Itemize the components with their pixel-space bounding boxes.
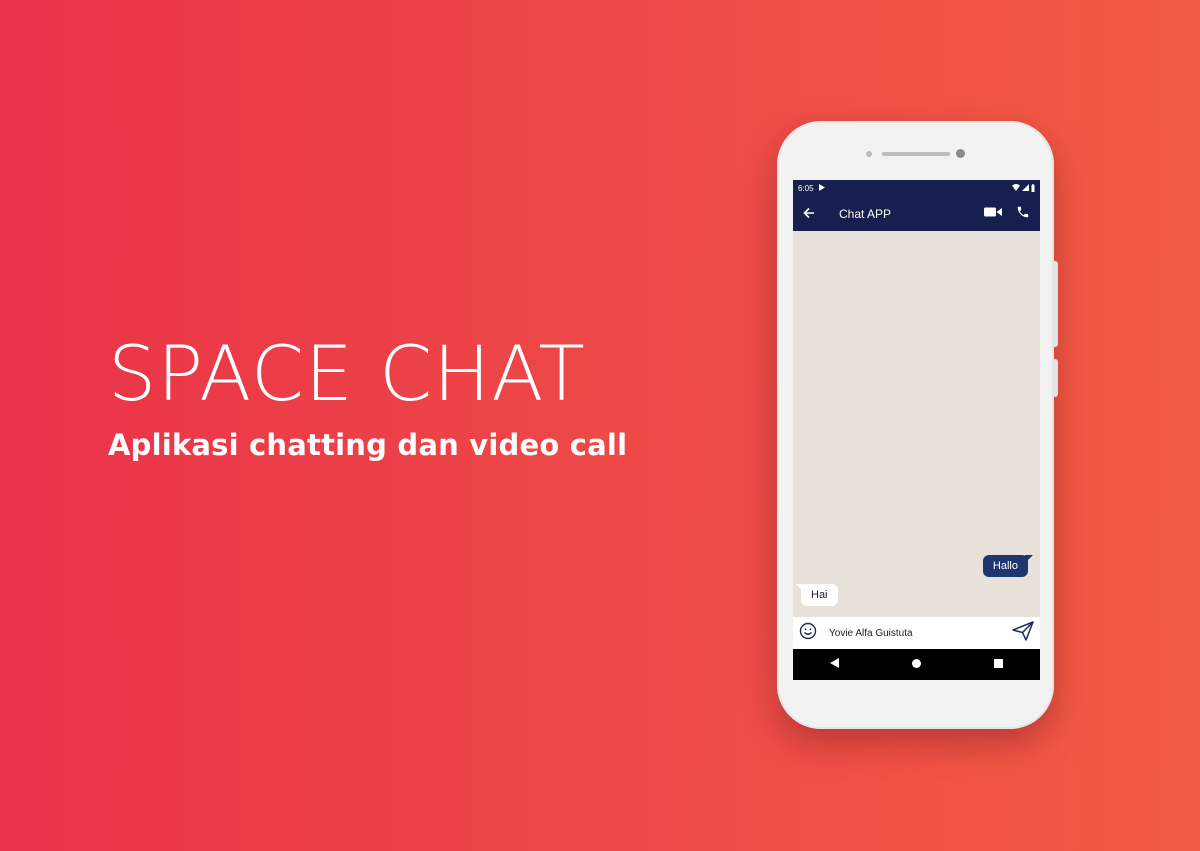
wifi-icon <box>1012 184 1020 193</box>
play-icon <box>818 184 825 193</box>
hero-subtitle: Aplikasi chatting dan video call <box>108 428 628 462</box>
phone-screen: 6:05 Chat APP Hallo Hai Yovie Alfa Guist… <box>793 180 1040 680</box>
front-camera <box>956 149 965 158</box>
app-bar: Chat APP <box>793 197 1040 231</box>
message-input-bar: Yovie Alfa Guistuta <box>793 617 1040 649</box>
status-bar: 6:05 <box>793 180 1040 197</box>
android-nav-bar <box>793 649 1040 680</box>
message-bubble-outgoing: Hallo <box>982 555 1034 577</box>
status-time: 6:05 <box>798 184 814 193</box>
power-button <box>1053 359 1058 397</box>
battery-icon <box>1031 183 1035 194</box>
sensor-dot <box>866 151 872 157</box>
nav-recents-icon[interactable] <box>994 658 1004 671</box>
app-bar-title: Chat APP <box>839 207 892 221</box>
signal-icon <box>1022 184 1029 193</box>
hero-title: SPACE CHAT <box>108 329 586 418</box>
message-bubble-incoming: Hai <box>796 584 838 606</box>
back-arrow-icon[interactable] <box>803 206 823 222</box>
phone-mockup: 6:05 Chat APP Hallo Hai Yovie Alfa Guist… <box>777 121 1058 729</box>
emoji-icon[interactable] <box>799 622 817 645</box>
nav-back-icon[interactable] <box>829 658 839 671</box>
volume-button <box>1053 261 1058 347</box>
hero: SPACE CHAT Aplikasi chatting dan video c… <box>108 329 628 463</box>
phone-icon[interactable] <box>1016 205 1030 224</box>
earpiece-speaker <box>882 152 950 156</box>
send-icon[interactable] <box>1012 620 1034 646</box>
video-camera-icon[interactable] <box>984 205 1002 223</box>
nav-home-icon[interactable] <box>911 658 921 671</box>
chat-area[interactable]: Hallo Hai <box>793 231 1040 617</box>
message-input[interactable]: Yovie Alfa Guistuta <box>829 628 1012 639</box>
